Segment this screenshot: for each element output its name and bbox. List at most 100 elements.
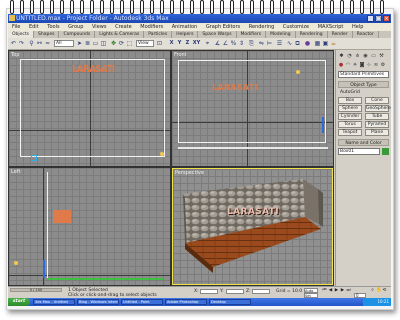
tab-space-warps[interactable]: Space Warps — [198, 31, 237, 38]
taskbar-item[interactable]: 3ds Max - Untitled — [33, 299, 75, 305]
rect-selection-icon[interactable]: ▭ — [92, 40, 99, 47]
torus-button[interactable]: Torus — [338, 121, 362, 128]
menu-animation[interactable]: Animation — [172, 24, 198, 30]
curve-editor-icon[interactable]: ∿ — [286, 40, 293, 47]
manipulate-icon[interactable]: ⌖ — [204, 40, 211, 47]
axis-z-button[interactable]: Z — [184, 40, 191, 47]
cylinder-button[interactable]: Cylinder — [338, 113, 362, 120]
modify-tab-icon[interactable]: ◔ — [346, 53, 353, 59]
spacewarps-icon[interactable]: ≋ — [373, 62, 379, 68]
named-selection-icon[interactable]: ⎘ — [248, 40, 255, 47]
menu-views[interactable]: Views — [92, 24, 106, 30]
align-icon[interactable]: ⊨ — [266, 40, 273, 47]
menu-maxscript[interactable]: MAXScript — [318, 24, 344, 30]
primitive-type-dropdown[interactable]: Standard Primitives — [338, 71, 389, 78]
axis-xy-button[interactable]: XY — [192, 40, 201, 47]
light-icon-left[interactable] — [14, 261, 18, 265]
quick-render-icon[interactable]: ☕ — [330, 40, 337, 47]
tab-reactor[interactable]: Reactor — [353, 31, 379, 38]
select-link-icon[interactable]: ⚲ — [28, 40, 35, 47]
object-name-field[interactable]: Box01 — [338, 148, 380, 155]
maximize-button[interactable]: □ — [375, 15, 382, 22]
tab-rendering[interactable]: Rendering — [296, 31, 328, 38]
pan-icon[interactable]: ✋ — [376, 288, 382, 293]
bind-spacewarp-icon[interactable]: ≈ — [44, 40, 51, 47]
next-frame-icon[interactable]: ▶ — [340, 288, 345, 293]
lights-icon[interactable]: ☀ — [352, 62, 358, 68]
menu-modifiers[interactable]: Modifiers — [140, 24, 163, 30]
menu-file[interactable]: File — [12, 24, 20, 30]
menu-help[interactable]: Help — [352, 24, 363, 30]
tab-modifiers[interactable]: Modifiers — [237, 31, 267, 38]
unlink-icon[interactable]: ⚯ — [36, 40, 43, 47]
display-tab-icon[interactable]: ▭ — [370, 53, 377, 59]
x-coord-field[interactable] — [200, 289, 218, 294]
light-object-icon[interactable] — [31, 155, 37, 161]
tube-button[interactable]: Tube — [365, 113, 389, 120]
viewport-left[interactable]: Left — [9, 168, 170, 285]
object-color-swatch[interactable] — [382, 148, 389, 155]
go-to-end-icon[interactable]: ⏭ — [346, 288, 351, 293]
hierarchy-tab-icon[interactable]: ⋔ — [354, 53, 361, 59]
menu-customize[interactable]: Customize — [283, 24, 309, 30]
window-crossing-icon[interactable]: ◫ — [100, 40, 107, 47]
menu-tools[interactable]: Tools — [47, 24, 59, 30]
y-coord-field[interactable] — [226, 289, 244, 294]
percent-snap-icon[interactable]: % — [230, 40, 237, 47]
object-type-header[interactable]: Object Type — [338, 81, 389, 88]
cone-button[interactable]: Cone — [365, 97, 389, 104]
geometry-icon[interactable]: ● — [338, 62, 344, 68]
menu-create[interactable]: Create — [115, 24, 132, 30]
go-to-start-icon[interactable]: ⏮ — [322, 288, 327, 293]
menu-graph-editors[interactable]: Graph Editors — [206, 24, 240, 30]
menu-edit[interactable]: Edit — [29, 24, 39, 30]
tab-lights-cameras[interactable]: Lights & Cameras — [95, 31, 145, 38]
schematic-view-icon[interactable]: ⧉ — [294, 40, 301, 47]
box-button[interactable]: Box — [338, 97, 362, 104]
spinner-snap-icon[interactable]: ⇕ — [238, 40, 245, 47]
render-setup-icon[interactable]: ▦ — [314, 40, 321, 47]
select-by-name-icon[interactable]: ≣ — [84, 40, 91, 47]
tab-helpers[interactable]: Helpers — [172, 31, 199, 38]
move-icon[interactable]: ✥ — [110, 40, 117, 47]
taskbar-item[interactable]: Desktop — [209, 299, 251, 305]
viewport-perspective[interactable]: Perspective LARASATI — [172, 168, 333, 285]
sphere-button[interactable]: Sphere — [338, 105, 362, 112]
time-slider[interactable]: 0 / 100 — [10, 288, 62, 292]
angle-snap-icon[interactable]: ∠ — [222, 40, 229, 47]
shapes-icon[interactable]: ◠ — [345, 62, 351, 68]
text-object-top[interactable]: LARASATI — [72, 63, 115, 77]
render-frame-icon[interactable]: ▣ — [322, 40, 329, 47]
plane-button[interactable]: Plane — [365, 129, 389, 136]
title-bar[interactable]: UNTITLED.max - Project Folder - Autodesk… — [8, 14, 391, 23]
taskbar-item[interactable]: Adobe Photoshop — [165, 299, 207, 305]
helpers-icon[interactable]: ⊹ — [366, 62, 372, 68]
utilities-tab-icon[interactable]: ⚒ — [378, 53, 385, 59]
menu-rendering[interactable]: Rendering — [249, 24, 275, 30]
close-button[interactable]: × — [383, 15, 390, 22]
text-object-perspective[interactable]: LARASATI — [227, 207, 279, 217]
minimize-button[interactable]: _ — [367, 15, 374, 22]
taskbar-item[interactable]: Blog - Windows Intern... — [77, 299, 119, 305]
text-object-front[interactable]: LARASATI — [212, 83, 258, 92]
redo-icon[interactable]: ↷ — [18, 40, 25, 47]
layer-manager-icon[interactable]: ☰ — [276, 40, 283, 47]
previous-frame-icon[interactable]: ◀ — [328, 288, 333, 293]
text-object-left[interactable] — [53, 210, 71, 223]
geosphere-button[interactable]: GeoSphere — [365, 105, 391, 112]
tab-objects[interactable]: Objects — [8, 31, 35, 38]
camera-target-icon[interactable] — [160, 152, 164, 156]
systems-icon[interactable]: ⚙ — [380, 62, 386, 68]
omni-light-icon[interactable] — [296, 70, 300, 74]
autogrid-checkbox[interactable]: AutoGrid — [340, 90, 360, 95]
name-color-header[interactable]: Name and Color — [338, 139, 389, 146]
tab-modeling[interactable]: Modeling — [266, 31, 296, 38]
rotate-icon[interactable]: ⟳ — [118, 40, 125, 47]
viewport-front[interactable]: Front LARASATI — [172, 51, 333, 166]
undo-icon[interactable]: ↶ — [10, 40, 17, 47]
selection-filter-dropdown[interactable]: All — [54, 40, 74, 47]
menu-group[interactable]: Group — [68, 24, 83, 30]
start-button[interactable]: start — [8, 298, 30, 306]
taskbar-item[interactable]: Untitled - Paint — [121, 299, 163, 305]
cameras-icon[interactable]: ◙ — [359, 62, 365, 68]
